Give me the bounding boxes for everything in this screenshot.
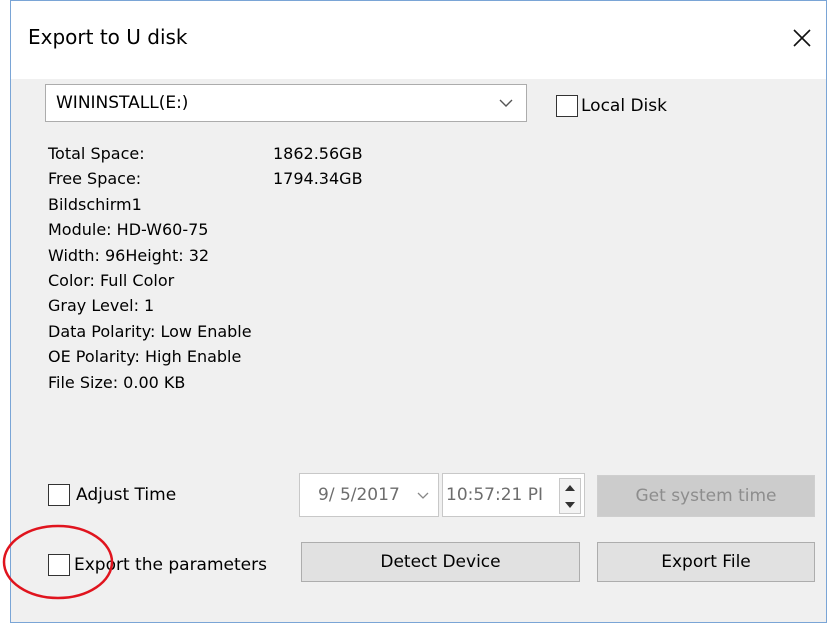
info-row: Data Polarity: Low Enable	[48, 319, 252, 344]
export-parameters-checkbox[interactable]	[48, 554, 70, 576]
info-value: 1862.56GB	[273, 144, 363, 163]
device-info: Total Space: 1862.56GB Free Space: 1794.…	[48, 141, 363, 395]
info-row: Total Space: 1862.56GB	[48, 141, 363, 166]
title-bar: Export to U disk	[11, 1, 826, 79]
spin-up-button[interactable]	[560, 479, 580, 496]
export-dialog: Export to U disk WININSTALL(E:) Local Di…	[10, 0, 827, 623]
info-label: Module: HD-W60-75	[48, 220, 209, 240]
info-row: Color: Full Color	[48, 268, 252, 293]
info-label: Gray Level: 1	[48, 296, 155, 316]
adjust-time-label: Adjust Time	[76, 485, 177, 505]
info-label: Free Space:	[48, 169, 142, 189]
close-button[interactable]	[778, 15, 826, 61]
export-parameters-label: Export the parameters	[74, 555, 267, 575]
get-system-time-button[interactable]: Get system time	[597, 475, 815, 517]
chevron-down-icon	[499, 99, 513, 107]
info-row: OE Polarity: High Enable	[48, 344, 252, 369]
adjust-time-checkbox[interactable]	[48, 484, 70, 506]
time-value: 10:57:21 PI	[446, 485, 544, 505]
info-label: File Size: 0.00 KB	[48, 372, 186, 392]
export-file-button[interactable]: Export File	[597, 542, 815, 582]
info-row: File Size: 0.00 KB	[48, 370, 252, 395]
info-row: Width: 96Height: 32	[48, 243, 252, 268]
info-label: Data Polarity: Low Enable	[48, 321, 252, 341]
window-title: Export to U disk	[28, 25, 188, 49]
drive-select-value: WININSTALL(E:)	[56, 93, 189, 113]
detect-device-button[interactable]: Detect Device	[301, 542, 580, 582]
date-value: 9/ 5/2017	[318, 485, 400, 505]
local-disk-label: Local Disk	[581, 96, 667, 116]
info-label: Color: Full Color	[48, 270, 175, 290]
info-row: Bildschirm1	[48, 192, 252, 217]
close-icon	[793, 29, 811, 47]
info-row: Module: HD-W60-75	[48, 217, 252, 242]
drive-select[interactable]: WININSTALL(E:)	[45, 84, 527, 122]
triangle-down-icon	[565, 501, 575, 508]
info-row: Gray Level: 1	[48, 293, 252, 318]
triangle-up-icon	[565, 484, 575, 491]
info-value: 1794.34GB	[273, 169, 363, 189]
local-disk-checkbox[interactable]	[556, 95, 578, 117]
chevron-down-icon	[417, 492, 429, 499]
info-label: OE Polarity: High Enable	[48, 347, 242, 367]
date-picker[interactable]: 9/ 5/2017	[299, 473, 439, 517]
info-label: Bildschirm1	[48, 194, 142, 214]
time-spinner	[559, 478, 581, 514]
info-row: Free Space: 1794.34GB	[48, 166, 363, 191]
info-label: Total Space:	[48, 144, 145, 163]
spin-down-button[interactable]	[560, 496, 580, 513]
info-label: Width: 96Height: 32	[48, 245, 210, 265]
time-picker[interactable]: 10:57:21 PI	[442, 473, 585, 517]
